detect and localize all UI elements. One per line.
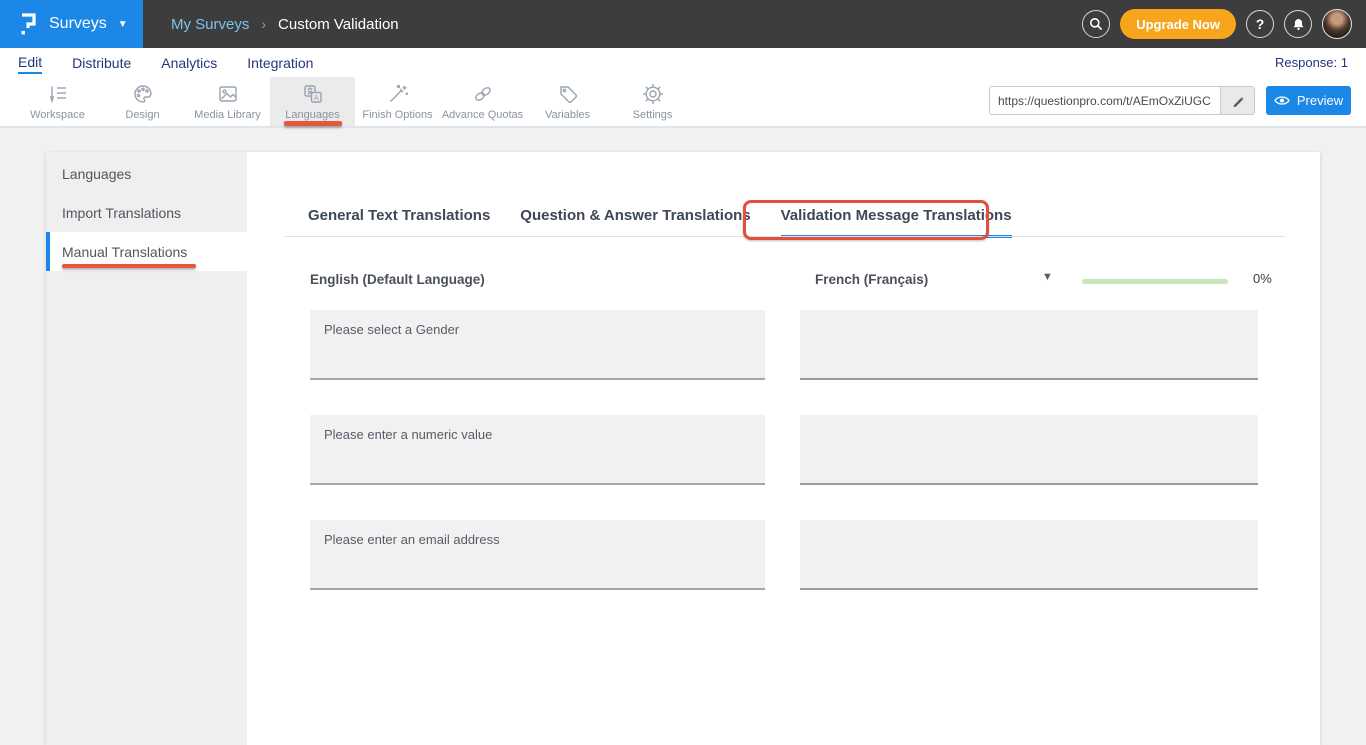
search-button[interactable] <box>1082 10 1110 38</box>
languages-icon: A <box>302 83 324 105</box>
toolbar-right-actions: Preview <box>989 86 1351 115</box>
chevron-down-icon[interactable]: ▼ <box>1042 271 1053 283</box>
workspace-icon <box>47 83 69 105</box>
variables-tag-icon <box>557 83 579 105</box>
source-language-label: English (Default Language) <box>310 272 485 287</box>
media-library-icon <box>217 83 239 105</box>
toolbar-label: Advance Quotas <box>442 109 523 121</box>
toolbar-settings[interactable]: Settings <box>610 77 695 126</box>
toolbar-label: Languages <box>285 109 339 121</box>
finish-options-wand-icon <box>387 83 409 105</box>
sidebar-item-label: Manual Translations <box>62 244 187 260</box>
translation-progress-bar <box>1082 279 1228 284</box>
target-text-gender[interactable] <box>800 310 1258 380</box>
manual-translations-content: General Text Translations Question & Ans… <box>247 152 1320 745</box>
source-text-numeric[interactable]: Please enter a numeric value <box>310 415 765 485</box>
nav-tab-analytics[interactable]: Analytics <box>161 53 217 73</box>
survey-url-group <box>989 86 1255 115</box>
toolbar-advance-quotas[interactable]: Advance Quotas <box>440 77 525 126</box>
toolbar-variables[interactable]: Variables <box>525 77 610 126</box>
advance-quotas-chain-icon <box>472 83 494 105</box>
notifications-button[interactable] <box>1284 10 1312 38</box>
sidebar-item-import-translations[interactable]: Import Translations <box>46 193 247 232</box>
eye-icon <box>1274 95 1290 106</box>
edit-toolbar: Workspace Design Media Library A Languag… <box>0 77 1366 128</box>
target-language-label: French (Français) <box>815 272 928 287</box>
toolbar-label: Workspace <box>30 109 85 121</box>
response-count: Response: 1 <box>1275 55 1348 70</box>
target-text-email[interactable] <box>800 520 1258 590</box>
toolbar-label: Design <box>125 109 159 121</box>
tabs-divider <box>285 236 1285 237</box>
pencil-icon <box>1231 94 1245 108</box>
breadcrumb: My Surveys › Custom Validation <box>171 16 399 33</box>
upgrade-now-button[interactable]: Upgrade Now <box>1120 9 1236 39</box>
preview-button[interactable]: Preview <box>1266 86 1351 115</box>
user-avatar[interactable] <box>1322 9 1352 39</box>
search-icon <box>1088 16 1104 32</box>
svg-text:A: A <box>313 92 318 101</box>
question-mark-icon: ? <box>1256 16 1265 32</box>
toolbar-languages[interactable]: A Languages <box>270 77 355 126</box>
sidebar-item-languages[interactable]: Languages <box>46 154 247 193</box>
sidebar-item-manual-translations[interactable]: Manual Translations <box>46 232 247 271</box>
toolbar-workspace[interactable]: Workspace <box>15 77 100 126</box>
target-language-dropdown[interactable]: French (Français) <box>815 272 1065 287</box>
toolbar-label: Finish Options <box>362 109 432 121</box>
survey-nav: Edit Distribute Analytics Integration Re… <box>0 48 1366 77</box>
product-name: Surveys <box>49 15 107 33</box>
annotation-red-underline-languages <box>284 121 342 126</box>
bell-icon <box>1291 17 1306 32</box>
chevron-down-icon: ▼ <box>118 19 128 30</box>
annotation-red-underline-manual-translations <box>62 264 196 268</box>
tab-validation-message-translations[interactable]: Validation Message Translations <box>781 207 1012 238</box>
settings-gear-icon <box>642 83 664 105</box>
tab-question-answer-translations[interactable]: Question & Answer Translations <box>520 207 750 238</box>
toolbar-media-library[interactable]: Media Library <box>185 77 270 126</box>
translation-tabs: General Text Translations Question & Ans… <box>308 207 1012 238</box>
top-header: Surveys ▼ My Surveys › Custom Validation… <box>0 0 1366 48</box>
questionpro-logo-icon <box>16 11 40 37</box>
edit-url-button[interactable] <box>1220 87 1254 114</box>
sidebar-item-label: Import Translations <box>62 205 181 221</box>
languages-sidebar: Languages Import Translations Manual Tra… <box>46 152 247 745</box>
help-button[interactable]: ? <box>1246 10 1274 38</box>
breadcrumb-separator-icon: › <box>261 16 266 32</box>
breadcrumb-my-surveys[interactable]: My Surveys <box>171 16 249 33</box>
sidebar-item-label: Languages <box>62 166 131 182</box>
toolbar-label: Variables <box>545 109 590 121</box>
source-text-email[interactable]: Please enter an email address <box>310 520 765 590</box>
toolbar-label: Settings <box>633 109 673 121</box>
nav-tab-edit[interactable]: Edit <box>18 52 42 74</box>
languages-panel: Languages Import Translations Manual Tra… <box>46 152 1320 745</box>
nav-tab-integration[interactable]: Integration <box>247 53 313 73</box>
survey-url-input[interactable] <box>990 87 1220 114</box>
preview-label: Preview <box>1297 93 1343 108</box>
header-actions: Upgrade Now ? <box>1082 9 1366 39</box>
toolbar-finish-options[interactable]: Finish Options <box>355 77 440 126</box>
tab-general-text-translations[interactable]: General Text Translations <box>308 207 490 238</box>
translation-progress-percent: 0% <box>1253 271 1272 286</box>
toolbar-design[interactable]: Design <box>100 77 185 126</box>
design-palette-icon <box>132 83 154 105</box>
page-title: Custom Validation <box>278 16 399 33</box>
toolbar-label: Media Library <box>194 109 261 121</box>
surveys-menu-button[interactable]: Surveys ▼ <box>0 0 143 48</box>
target-text-numeric[interactable] <box>800 415 1258 485</box>
nav-tab-distribute[interactable]: Distribute <box>72 53 131 73</box>
source-text-gender[interactable]: Please select a Gender <box>310 310 765 380</box>
